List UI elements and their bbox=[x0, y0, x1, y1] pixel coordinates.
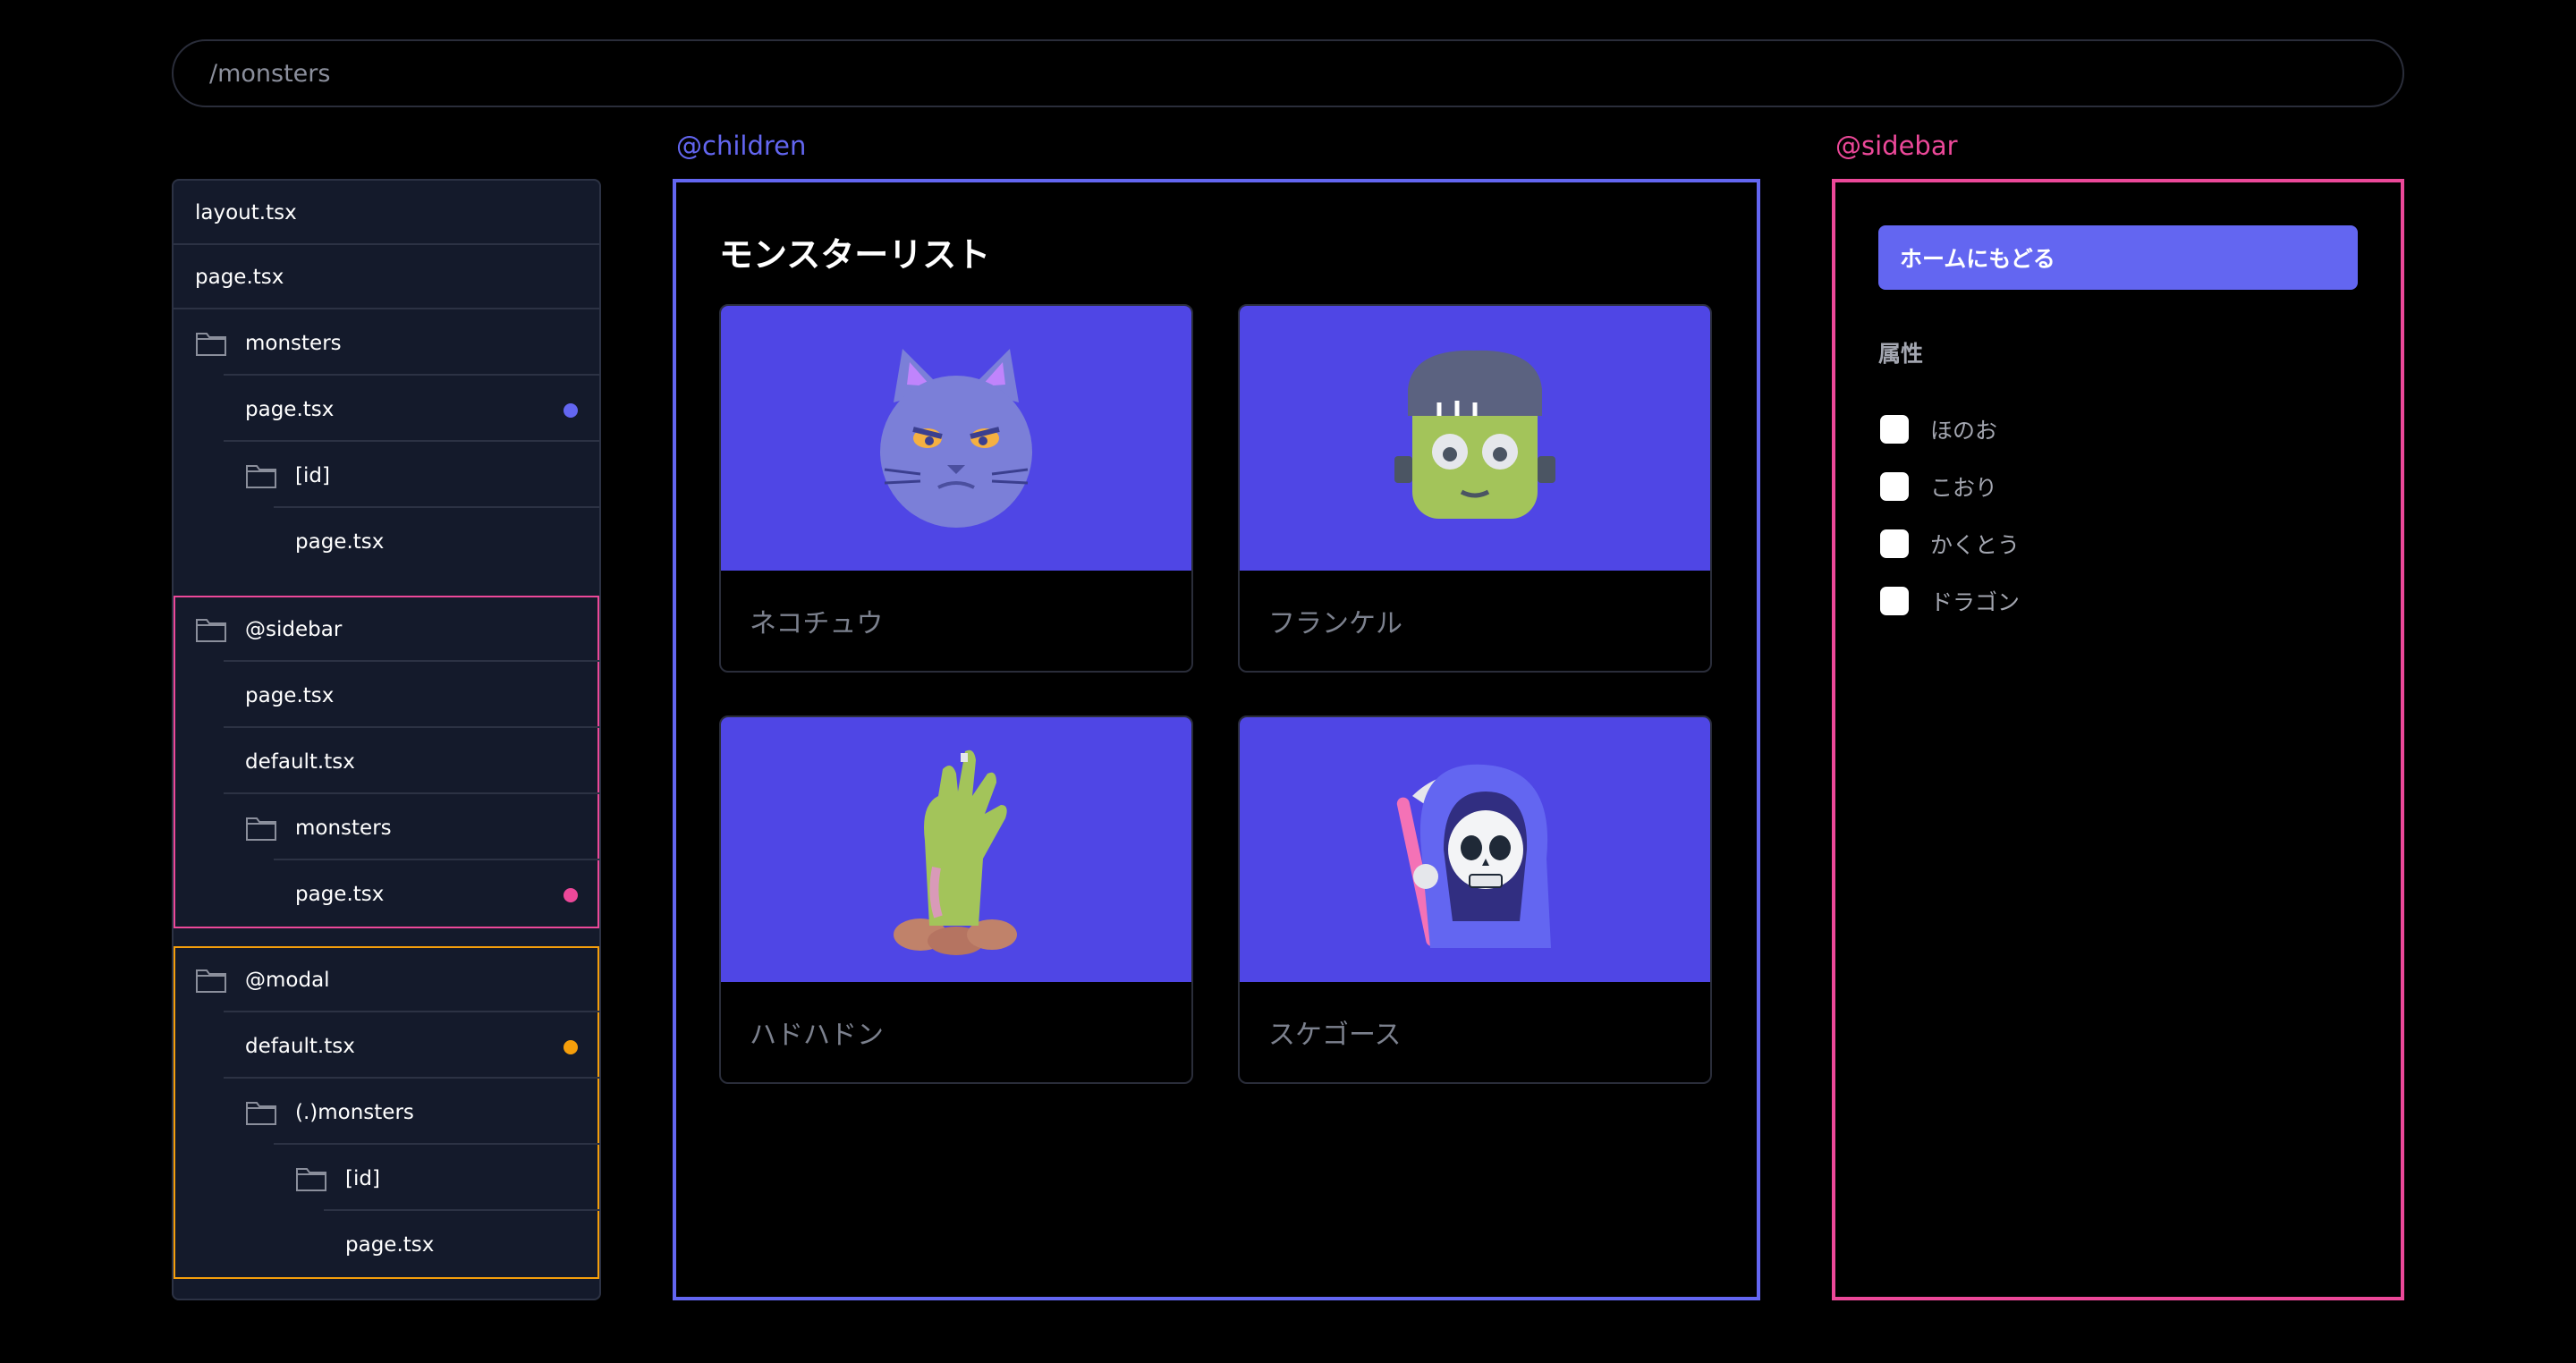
attribute-option-fire[interactable]: ほのお bbox=[1880, 413, 1997, 445]
tree-folder-id[interactable]: [id] bbox=[174, 444, 599, 508]
tree-item-label: default.tsx bbox=[245, 1035, 355, 1058]
children-slot-label: @children bbox=[676, 131, 807, 161]
folder-icon bbox=[246, 817, 276, 841]
tree-item-label: @modal bbox=[245, 969, 330, 992]
page-title: モンスターリスト bbox=[719, 235, 991, 275]
tree-item-label: page.tsx bbox=[245, 684, 335, 707]
tree-folder-intercept-id[interactable]: [id] bbox=[174, 1147, 599, 1211]
checkbox[interactable] bbox=[1880, 415, 1909, 444]
folder-icon bbox=[246, 465, 276, 488]
attribute-option-label: ドラゴン bbox=[1930, 589, 2021, 615]
monster-name: スケゴース bbox=[1268, 1020, 1402, 1051]
frankenstein-icon bbox=[1240, 306, 1710, 571]
folder-icon bbox=[196, 619, 226, 642]
tree-folder-sidebar-monsters[interactable]: monsters bbox=[174, 796, 599, 860]
tree-folder-intercept-monsters[interactable]: (.)monsters bbox=[174, 1080, 599, 1145]
tree-item-sidebar-page[interactable]: page.tsx bbox=[174, 664, 599, 728]
monster-name: ハドハドン bbox=[750, 1020, 884, 1051]
tree-item-label: layout.tsx bbox=[195, 201, 297, 224]
modal-indicator-dot bbox=[564, 1040, 578, 1054]
checkbox[interactable] bbox=[1880, 587, 1909, 615]
checkbox[interactable] bbox=[1880, 472, 1909, 501]
tree-item-label: page.tsx bbox=[195, 266, 284, 289]
folder-icon bbox=[246, 1102, 276, 1125]
folder-icon bbox=[196, 333, 226, 356]
monster-card-hadohadon[interactable]: ハドハドン bbox=[719, 715, 1193, 1084]
url-bar[interactable]: /monsters bbox=[172, 39, 2404, 107]
sidebar-slot-label: @sidebar bbox=[1835, 131, 1958, 161]
tree-item-monsters-page[interactable]: page.tsx bbox=[174, 377, 599, 442]
tree-folder-sidebar[interactable]: @sidebar bbox=[174, 597, 599, 662]
tree-item-label: [id] bbox=[345, 1167, 380, 1190]
tree-item-label: page.tsx bbox=[295, 530, 385, 554]
tree-item-label: page.tsx bbox=[345, 1233, 435, 1257]
tree-item-page[interactable]: page.tsx bbox=[174, 245, 599, 309]
tree-item-label: page.tsx bbox=[295, 883, 385, 906]
tree-item-modal-default[interactable]: default.tsx bbox=[174, 1014, 599, 1079]
attribute-option-label: かくとう bbox=[1930, 532, 2021, 558]
tree-item-sidebar-monsters-page[interactable]: page.tsx bbox=[174, 862, 599, 927]
monster-card-sukegosu[interactable]: スケゴース bbox=[1238, 715, 1712, 1084]
zombie-hand-icon bbox=[721, 717, 1191, 982]
tree-folder-monsters[interactable]: monsters bbox=[174, 311, 599, 376]
tree-item-sidebar-default[interactable]: default.tsx bbox=[174, 730, 599, 794]
monster-name: ネコチュウ bbox=[750, 608, 884, 639]
tree-item-layout[interactable]: layout.tsx bbox=[174, 181, 599, 245]
attribute-option-fighting[interactable]: かくとう bbox=[1880, 528, 2020, 560]
tree-folder-modal[interactable]: @modal bbox=[174, 948, 599, 1012]
monster-card-frankel[interactable]: フランケル bbox=[1238, 304, 1712, 673]
attribute-option-ice[interactable]: こおり bbox=[1880, 470, 1997, 503]
cat-monster-icon bbox=[721, 306, 1191, 571]
children-indicator-dot bbox=[564, 403, 578, 418]
file-tree: layout.tsx page.tsx monsters page.tsx [i… bbox=[172, 179, 601, 1300]
attribute-option-label: ほのお bbox=[1930, 418, 1998, 444]
tree-item-label: monsters bbox=[245, 332, 342, 355]
sidebar-indicator-dot bbox=[564, 888, 578, 902]
tree-item-label: monsters bbox=[295, 817, 392, 840]
attribute-option-dragon[interactable]: ドラゴン bbox=[1880, 585, 2020, 617]
tree-item-label: page.tsx bbox=[245, 398, 335, 421]
tree-item-id-page[interactable]: page.tsx bbox=[174, 510, 599, 574]
tree-item-label: default.tsx bbox=[245, 750, 355, 774]
monster-name: フランケル bbox=[1268, 608, 1402, 639]
checkbox[interactable] bbox=[1880, 529, 1909, 558]
folder-icon bbox=[196, 969, 226, 993]
tree-item-label: (.)monsters bbox=[295, 1101, 414, 1124]
home-button[interactable]: ホームにもどる bbox=[1878, 225, 2358, 290]
monster-card-neko[interactable]: ネコチュウ bbox=[719, 304, 1193, 673]
tree-item-intercept-page[interactable]: page.tsx bbox=[174, 1213, 599, 1277]
tree-item-label: @sidebar bbox=[245, 618, 343, 641]
attribute-option-label: こおり bbox=[1930, 475, 1998, 501]
attribute-heading: 属性 bbox=[1878, 341, 1924, 367]
tree-item-label: [id] bbox=[295, 464, 330, 487]
grim-reaper-icon bbox=[1240, 717, 1710, 982]
folder-icon bbox=[296, 1168, 326, 1191]
url-path: /monsters bbox=[209, 59, 331, 88]
